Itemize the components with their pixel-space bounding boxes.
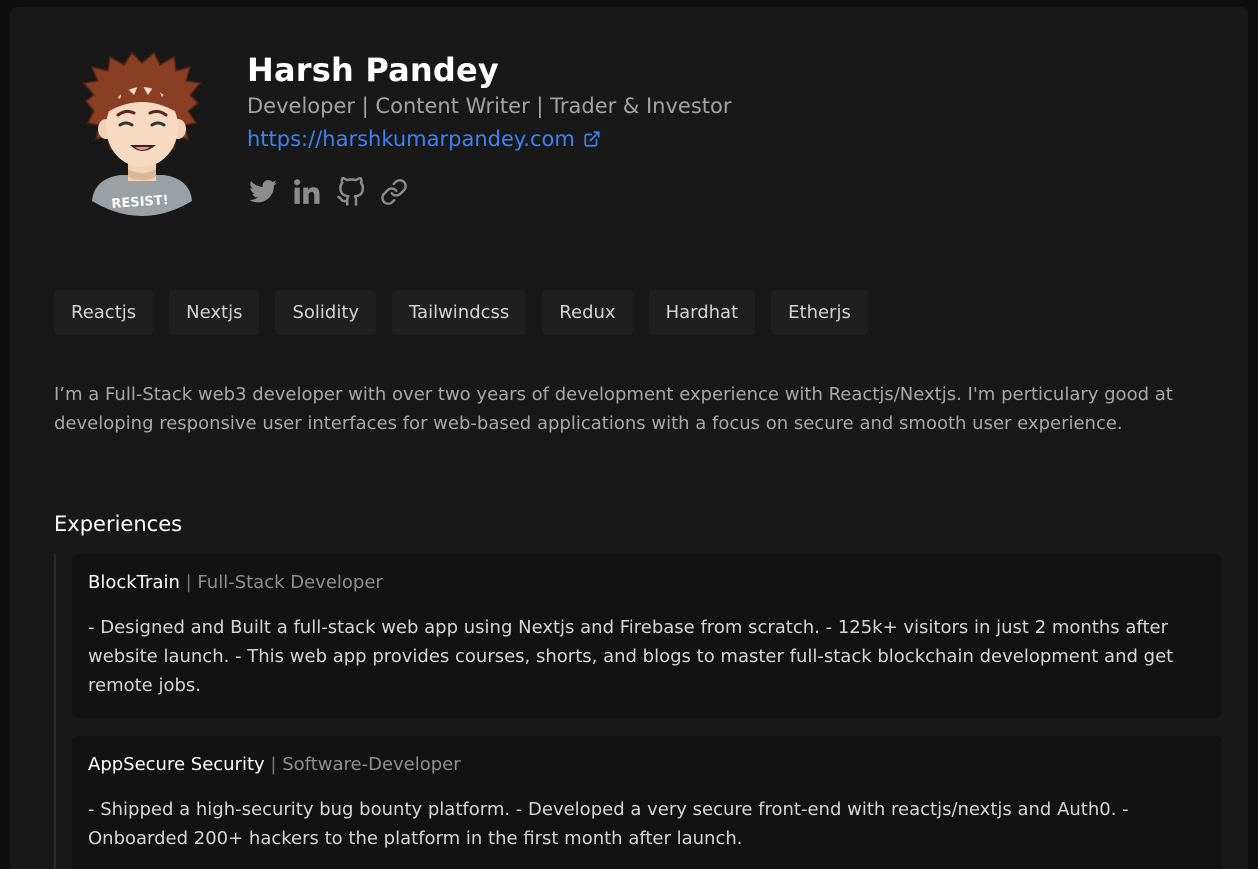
skill-tag: Nextjs [169,290,260,335]
website-link[interactable]: https://harshkumarpandey.com [247,127,601,151]
bio-text: I’m a Full-Stack web3 developer with ove… [54,384,1173,434]
personal-link[interactable] [380,178,408,206]
experience-title: BlockTrain | Full-Stack Developer [88,569,1206,597]
twitter-link[interactable] [248,177,278,207]
experience-separator: | [270,754,277,775]
external-link-icon [584,131,600,147]
experiences-heading: Experiences [54,512,183,536]
profile-subtitle: Developer | Content Writer | Trader & In… [247,94,732,118]
experience-separator: | [185,572,192,593]
skill-tag: Solidity [275,290,377,335]
experience-card: AppSecure Security | Software-Developer … [72,736,1222,869]
experience-list: BlockTrain | Full-Stack Developer - Desi… [54,554,1222,869]
github-icon [337,177,365,206]
skill-tag: Reactjs [54,290,154,335]
skill-tag: Hardhat [648,290,756,335]
experience-description: - Designed and Built a full-stack web ap… [88,617,1174,696]
experience-role: Full-Stack Developer [197,572,383,593]
experience-company: AppSecure Security [88,754,265,775]
github-link[interactable] [336,177,366,207]
profile-card: RESIST! Harsh Pandey Developer | Content… [10,7,1248,869]
website-link-text: https://harshkumarpandey.com [247,127,575,151]
experience-company: BlockTrain [88,572,180,593]
experience-role: Software-Developer [282,754,461,775]
skill-tag: Etherjs [771,290,868,335]
skill-tag: Tailwindcss [392,290,527,335]
linkedin-icon [294,179,320,204]
skill-tags: Reactjs Nextjs Solidity Tailwindcss Redu… [54,290,884,335]
skill-tag: Redux [542,290,633,335]
link-icon [381,179,407,205]
experience-card: BlockTrain | Full-Stack Developer - Desi… [72,554,1222,718]
profile-name: Harsh Pandey [247,51,499,89]
experience-description: - Shipped a high-security bug bounty pla… [88,799,1129,849]
avatar: RESIST! [82,51,202,216]
linkedin-link[interactable] [292,177,322,207]
twitter-icon [249,180,277,203]
experience-title: AppSecure Security | Software-Developer [88,751,1206,779]
social-links [248,177,422,207]
